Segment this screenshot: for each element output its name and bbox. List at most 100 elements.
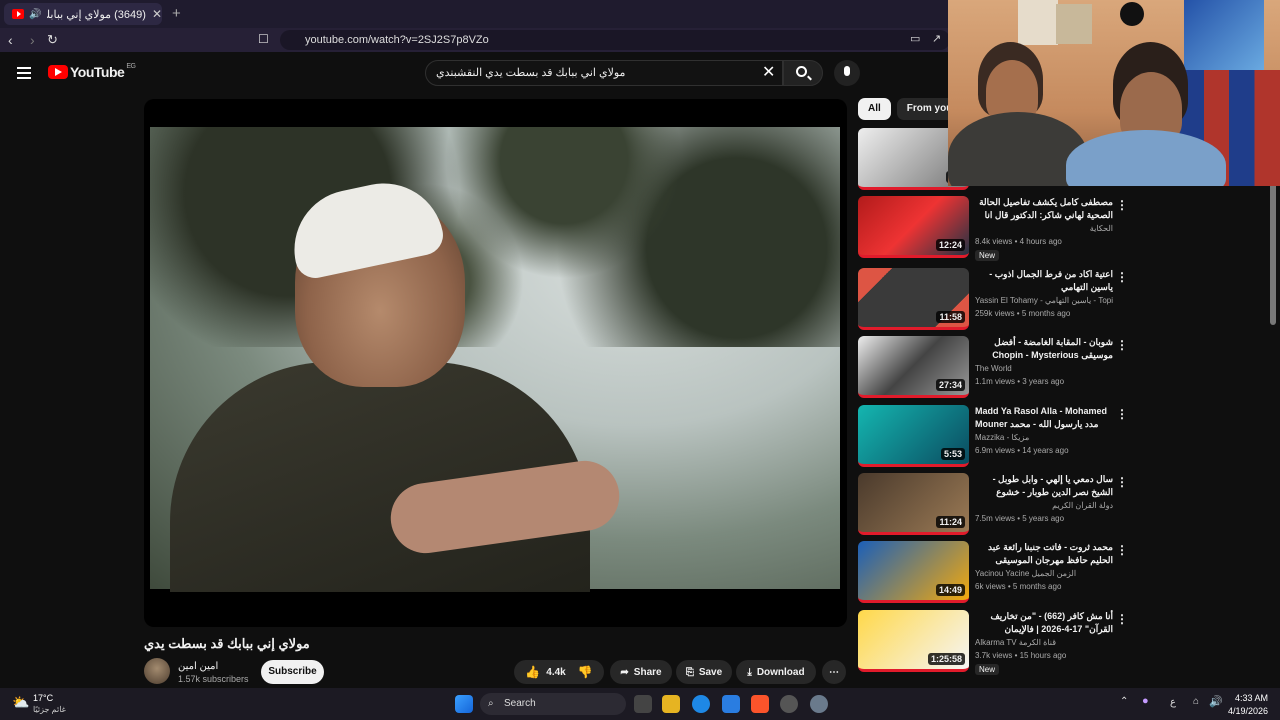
weather-temp[interactable]: 17°C [33,693,53,703]
recommendation-title[interactable]: اعتية اكاد من فرط الجمال اذوب - ياسين ال… [975,268,1113,294]
youtube-logo[interactable]: YouTube EG [48,62,136,80]
share-icon: ➦ [620,666,629,678]
recommendation-meta: 6.9m views • 14 years ago [975,446,1069,455]
forward-icon[interactable]: › [30,32,35,48]
recommendation-title[interactable]: سال دمعي يا إلهي - وابل طوبل - الشيخ نصر… [975,473,1113,499]
clock-time[interactable]: 4:33 AM [1226,693,1268,703]
recommendation-channel[interactable]: الحكاية [975,224,1113,233]
more-options-icon[interactable]: ⋮ [1116,543,1128,557]
channel-avatar[interactable] [144,658,170,684]
like-dislike-group: 👍 4.4k 👎 [514,660,604,684]
windows-start-icon[interactable] [455,695,473,713]
recommendation-channel[interactable]: Yacinou Yacine الزمن الجميل [975,569,1113,578]
wall-poster [1018,0,1058,45]
like-icon[interactable]: 👍 [525,665,540,679]
search-button[interactable] [783,60,823,86]
clear-search-icon[interactable]: ✕ [762,62,775,82]
recommendation-item[interactable]: 1:25:58 أنا مش كافر (662) - "من تخاريف ال… [858,610,1128,675]
file-explorer-icon[interactable] [662,695,680,713]
more-options-icon[interactable]: ⋮ [1116,338,1128,352]
video-thumbnail[interactable]: 1:25:58 [858,610,969,672]
save-button[interactable]: ⎘ Save [676,660,732,684]
brave-browser-icon[interactable] [751,695,769,713]
chip-all[interactable]: All [858,98,891,120]
store-icon[interactable] [722,695,740,713]
recommendation-channel[interactable]: Yassin El Tohamy - ياسين التهامي - Topic [975,296,1113,305]
recommendation-item[interactable]: 12:24 مصطفى كامل يكشف تفاصيل الحالة الصحي… [858,196,1128,261]
subscriber-count: 1.57k subscribers [178,674,249,684]
recommendation-item[interactable]: 14:49 محمد ثروت - فاتت جنبنا رائعة عبد ال… [858,541,1128,605]
more-options-icon[interactable]: ⋮ [1116,198,1128,212]
youtube-favicon-icon [12,9,25,19]
download-button[interactable]: ⤓ Download [736,660,816,684]
recommendation-title[interactable]: Madd Ya Rasol Alla - Mohamed Mouner مدد … [975,405,1113,431]
recommendation-channel[interactable]: Alkarma TV قناة الكرمة [975,638,1113,647]
menu-icon[interactable] [17,67,31,79]
close-tab-icon[interactable]: ✕ [152,7,162,21]
recommendation-title[interactable]: شوبان - المقابة الغامضة - أفضل موسيقى Ch… [975,336,1113,362]
reload-icon[interactable]: ↻ [47,32,58,48]
video-thumbnail[interactable]: 12:24 [858,196,969,258]
more-options-icon[interactable]: ⋮ [1116,270,1128,284]
taskbar-search-label: Search [504,698,536,709]
wall-poster [1056,4,1092,44]
edge-icon[interactable] [692,695,710,713]
clock-date[interactable]: 4/19/2026 [1218,706,1268,716]
webcam-overlay [948,0,1280,186]
video-thumbnail[interactable]: 11:58 [858,268,969,330]
back-icon[interactable]: ‹ [8,32,13,48]
video-thumbnail[interactable]: 14:49 [858,541,969,603]
channel-name[interactable]: امين امين [178,661,218,672]
more-options-icon[interactable]: ⋮ [1116,475,1128,489]
more-actions-icon[interactable]: ⋯ [822,660,846,684]
recommendation-title[interactable]: أنا مش كافر (662) - "من تخاريف القرآن" 1… [975,610,1113,636]
recommendation-title[interactable]: مصطفى كامل يكشف تفاصيل الحالة الصحية لها… [975,196,1113,222]
recommendation-channel[interactable]: دولة القرآن الكريم [975,501,1113,510]
search-query-text: مولاي اني ببابك قد بسطت يدي النقشبندي [436,67,626,79]
network-icon[interactable]: ⌂ [1193,696,1199,707]
weather-icon[interactable]: ⛅ [12,694,29,711]
recommendation-item[interactable]: 11:24 سال دمعي يا إلهي - وابل طوبل - الشي… [858,473,1128,537]
video-thumbnail[interactable]: 11:24 [858,473,969,535]
bookmark-icon[interactable]: ☐ [258,32,269,46]
new-badge: New [975,664,1000,675]
recommendation-item[interactable]: 11:58 اعتية اكاد من فرط الجمال اذوب - ياس… [858,268,1128,332]
recommendation-item[interactable]: 27:34 شوبان - المقابة الغامضة - أفضل موسي… [858,336,1128,400]
more-options-icon[interactable]: ⋮ [1116,612,1128,626]
logo-text: YouTube [70,64,125,80]
recommendation-channel[interactable]: The World [975,364,1113,373]
browser-tab[interactable]: 🔊 (3649) مولاي إني ببابك قد بسط ✕ [4,3,162,25]
voice-search-icon[interactable] [834,60,860,86]
share-page-icon[interactable]: ↗ [932,32,941,45]
video-thumbnail[interactable]: 27:34 [858,336,969,398]
settings-icon[interactable] [810,695,828,713]
app-icon[interactable] [780,695,798,713]
url-field[interactable]: youtube.com/watch?v=2SJ2S7p8VZo [280,30,950,50]
search-input[interactable]: مولاي اني ببابك قد بسطت يدي النقشبندي [425,60,783,86]
audio-playing-icon[interactable]: 🔊 [29,9,41,20]
recommendation-channel[interactable]: Mazzika - مزيكا [975,433,1113,442]
download-label: Download [756,666,805,678]
taskbar-search-icon: ⌕ [488,698,494,709]
more-options-icon[interactable]: ⋮ [1116,407,1128,421]
video-thumbnail[interactable]: 5:53 [858,405,969,467]
taskbar-search[interactable]: ⌕ Search [480,693,626,715]
like-count[interactable]: 4.4k [546,667,565,678]
recommendation-item[interactable]: 5:53 Madd Ya Rasol Alla - Mohamed Mouner … [858,405,1128,469]
video-player[interactable] [144,99,847,627]
recommendation-title[interactable]: محمد ثروت - فاتت جنبنا رائعة عبد الحليم … [975,541,1113,567]
share-button[interactable]: ➦ Share [610,660,672,684]
tray-mic-icon[interactable]: ● [1142,695,1149,707]
url-text: youtube.com/watch?v=2SJ2S7p8VZo [305,34,489,46]
dislike-icon[interactable]: 👎 [578,665,593,679]
weather-desc: غائم جزئيًا [33,705,66,714]
task-view-icon[interactable] [634,695,652,713]
video-title: مولاي إني ببابك قد بسطت يدي [144,636,310,651]
subscribe-button[interactable]: Subscribe [261,660,324,684]
video-frame [150,127,840,592]
input-language[interactable]: ع [1170,697,1176,708]
region-code: EG [126,62,136,70]
tray-chevron-icon[interactable]: ⌃ [1120,696,1128,707]
cast-icon[interactable]: ▭ [910,32,920,45]
new-tab-icon[interactable]: + [172,5,181,22]
